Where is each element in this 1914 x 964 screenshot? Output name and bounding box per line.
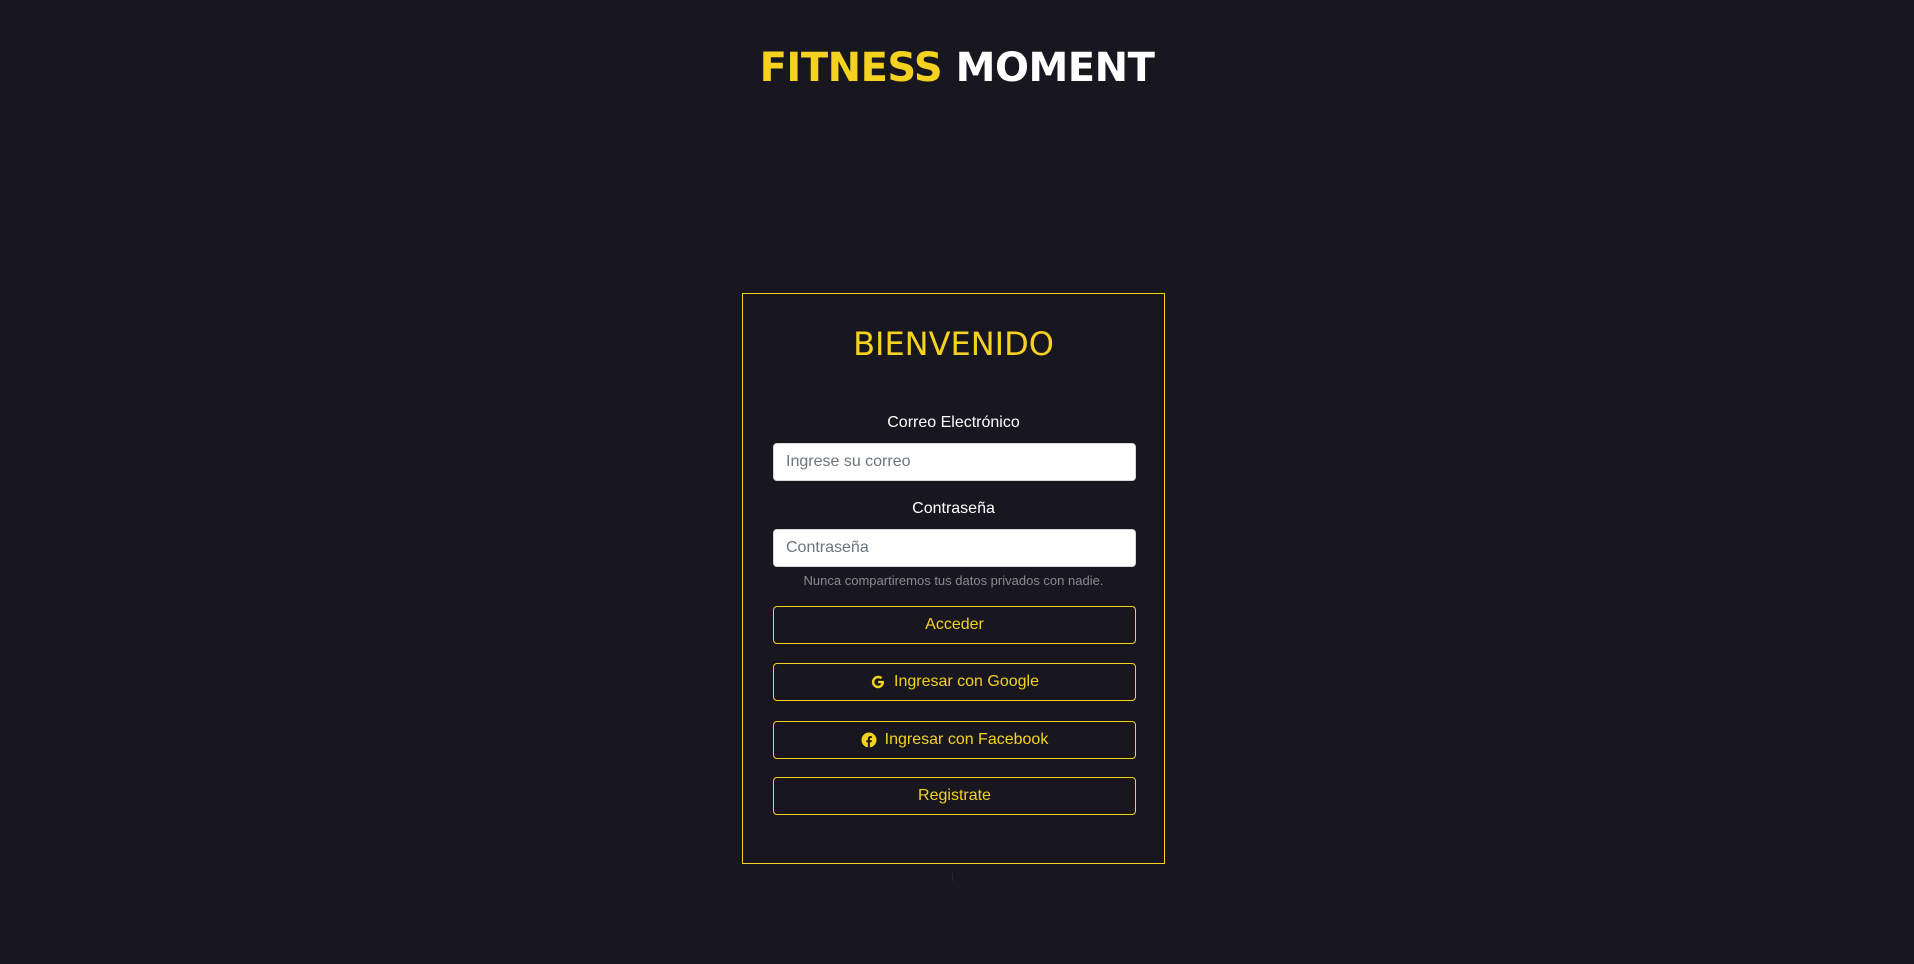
email-label: Correo Electrónico: [887, 414, 1020, 431]
divider: [952, 873, 953, 881]
password-label: Contraseña: [912, 500, 995, 517]
facebook-icon: [861, 732, 877, 748]
privacy-note: Nunca compartiremos tus datos privados c…: [803, 573, 1104, 588]
register-button[interactable]: Registrate: [773, 777, 1136, 815]
google-login-button[interactable]: Ingresar con Google: [773, 663, 1136, 701]
password-input[interactable]: [773, 529, 1136, 567]
google-icon: [870, 674, 886, 690]
submit-button[interactable]: Acceder: [773, 606, 1136, 644]
login-title: BIENVENIDO: [853, 325, 1054, 363]
email-input[interactable]: [773, 443, 1136, 481]
logo-fitness: FITNESS: [759, 45, 943, 91]
register-button-label: Registrate: [918, 787, 991, 804]
facebook-login-label: Ingresar con Facebook: [884, 731, 1049, 748]
google-login-label: Ingresar con Google: [894, 673, 1039, 690]
login-card: BIENVENIDO Correo Electrónico Contraseña…: [742, 293, 1165, 864]
logo-moment: MOMENT: [955, 45, 1155, 91]
app-logo: FITNESS MOMENT: [0, 44, 1914, 92]
facebook-login-button[interactable]: Ingresar con Facebook: [773, 721, 1136, 759]
submit-button-label: Acceder: [925, 616, 984, 633]
